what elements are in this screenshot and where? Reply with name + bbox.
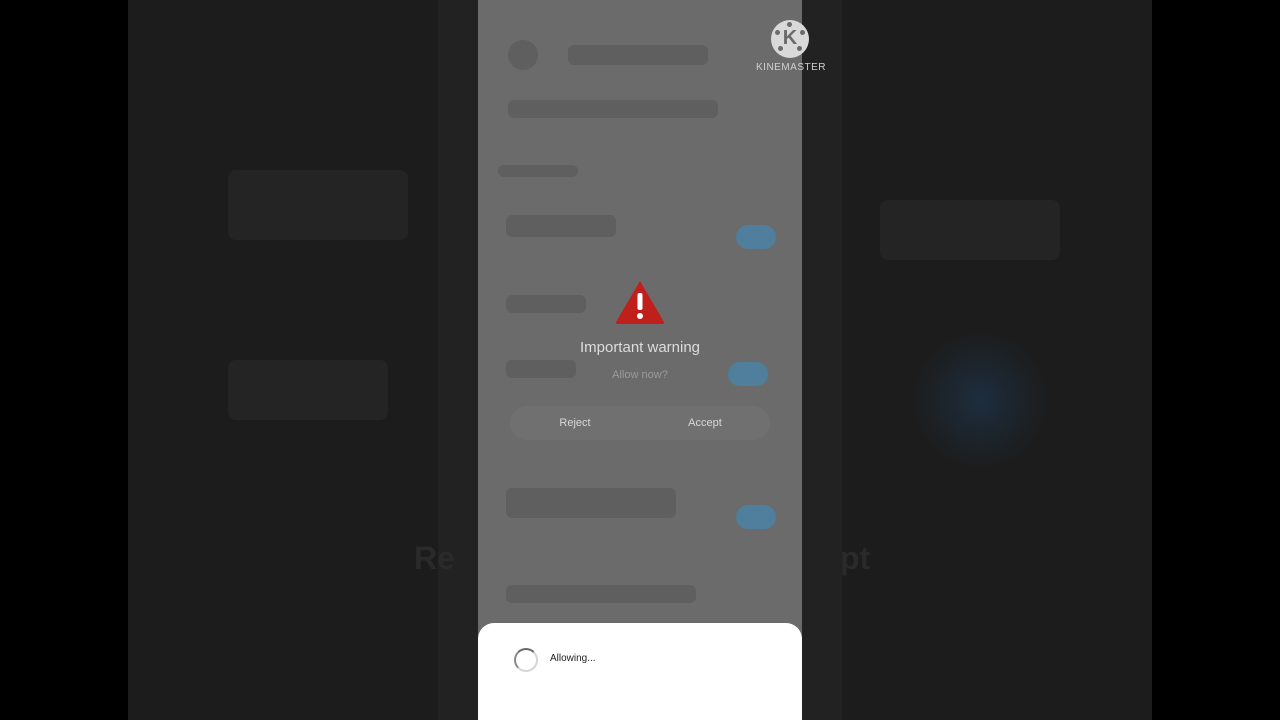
ghost-back-icon [508,40,538,70]
blurred-block [228,170,408,240]
logo-dot [800,30,805,35]
kinemaster-wordmark: KINEMASTER [756,62,827,73]
ghost-setting [506,488,676,518]
logo-dot [787,22,792,27]
logo-dot [797,46,802,51]
ghost-setting [506,585,696,603]
blurred-background-inner-left [438,0,478,720]
blurred-block [228,360,388,420]
ghost-setting [506,295,586,313]
kinemaster-watermark: K KINEMASTER [756,20,827,73]
ghost-row [508,100,718,118]
dialog-subtitle: Allow now? [612,369,668,381]
ghost-toggle [736,505,776,529]
video-frame: Re pt K KINEMASTER Important warning All… [0,0,1280,720]
kinemaster-logo-icon: K [771,20,809,58]
blurred-background-inner-right [802,0,842,720]
ghost-setting [506,215,616,237]
reject-button[interactable]: Reject [510,406,640,440]
ghost-section-label [498,165,578,177]
ghost-header [568,45,708,65]
ghost-toggle [736,225,776,249]
logo-dot [775,30,780,35]
dialog-title: Important warning [579,339,701,356]
blurred-caption-right: pt [840,540,871,576]
blurred-block [880,200,1060,260]
warning-triangle-icon [615,281,665,324]
accept-button[interactable]: Accept [640,406,770,440]
loading-spinner-icon [514,648,538,672]
dialog-button-row: Reject Accept [510,406,770,440]
logo-dot [778,46,783,51]
blurred-caption-left: Re [414,540,455,576]
phone-screen-dimmed [478,0,802,720]
progress-status-text: Allowing... [550,653,596,664]
blurred-toggle-glow [910,330,1050,470]
progress-bottom-sheet: Allowing... [478,623,802,720]
